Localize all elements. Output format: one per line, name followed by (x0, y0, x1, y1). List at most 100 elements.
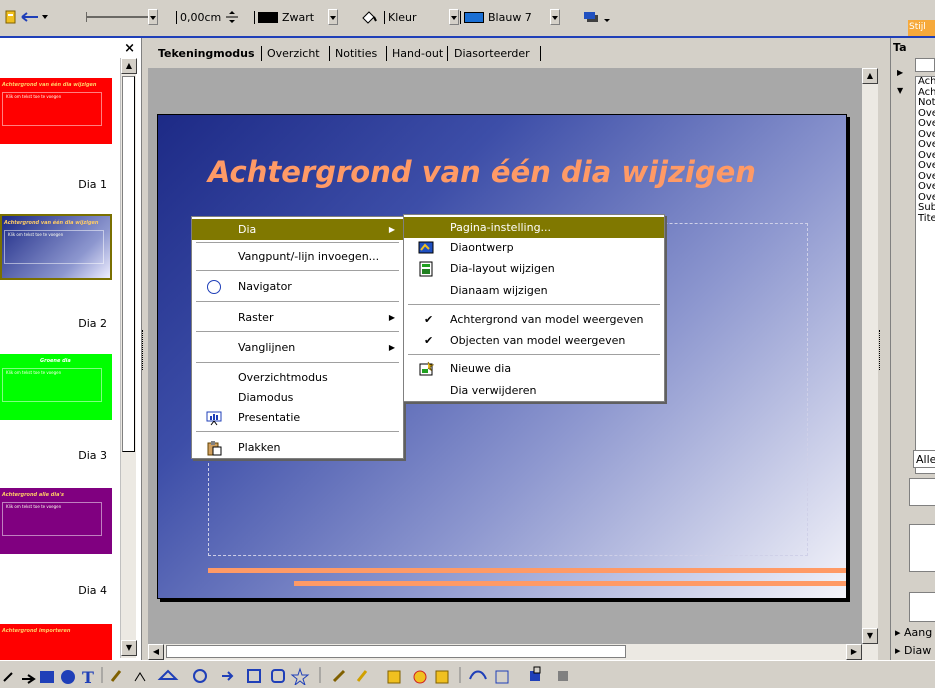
slide-thumbnail-2[interactable]: Achtergrond van één dia wijzigen Klik om… (0, 214, 112, 280)
menu-item-label: Dia (238, 223, 257, 236)
collapse-icon[interactable]: ▼ (897, 86, 903, 95)
slide-design-icon (418, 240, 434, 256)
slide-panel-scrollbar[interactable]: ▲ ▼ (120, 58, 137, 658)
line-style-select[interactable] (86, 8, 158, 26)
scroll-down-icon[interactable]: ▼ (862, 628, 878, 644)
tab-slide-sorter[interactable]: Diasorteerder (454, 47, 530, 60)
line-width-value: 0,00cm (176, 10, 221, 24)
chevron-down-icon[interactable] (148, 9, 158, 25)
layout-preview-3[interactable] (909, 592, 935, 622)
menu-item-rename-slide[interactable]: Dianaam wijzigen (404, 280, 664, 301)
list-item[interactable]: Ach (918, 77, 935, 88)
menu-separator (408, 354, 660, 355)
menu-item-label: Plakken (238, 441, 281, 454)
line-width-field[interactable]: 0,00cm (176, 8, 239, 26)
tab-outline[interactable]: Overzicht (267, 47, 320, 60)
menu-item-outline-mode[interactable]: Overzichtmodus (192, 367, 403, 388)
menu-item-label: Navigator (238, 280, 292, 293)
list-item[interactable]: Ove (918, 160, 935, 172)
presentation-icon (206, 410, 222, 426)
panel-splitter-right[interactable] (879, 330, 883, 370)
list-item[interactable]: Tite (918, 213, 935, 225)
menu-item-label: Achtergrond van model weergeven (450, 313, 644, 326)
spin-icon[interactable] (225, 10, 239, 24)
view-tabs: Tekeningmodus Overzicht Notities Hand-ou… (144, 38, 890, 68)
styles-list[interactable]: Ach Ach Not Ove Ove Ove Ove Ove Ove Ove … (915, 76, 935, 474)
menu-item-presentation[interactable]: Presentatie (192, 407, 403, 428)
styles-header[interactable]: Stijl (908, 20, 935, 36)
slide-thumbnail-4[interactable]: Achtergrond alle dia's Klik om tekst toe… (0, 488, 112, 554)
menu-item-slide-mode[interactable]: Diamodus (192, 387, 403, 408)
menu-item-delete-slide[interactable]: Dia verwijderen (404, 380, 664, 401)
tab-drawing-mode[interactable]: Tekeningmodus (158, 47, 255, 60)
workspace-vertical-scrollbar[interactable]: ▲ ▼ (862, 68, 878, 644)
shadow-icon[interactable] (582, 8, 614, 26)
line-color-select[interactable]: Zwart (254, 8, 339, 26)
menu-item-show-master-objects[interactable]: ✔ Objecten van model weergeven (404, 330, 664, 351)
section-label: Aang (904, 626, 933, 639)
area-style-select[interactable]: Kleur (384, 8, 459, 26)
area-color-select[interactable]: Blauw 7 (460, 8, 560, 26)
scroll-left-icon[interactable]: ◀ (148, 644, 164, 660)
menu-item-insert-snap-point[interactable]: Vangpunt/-lijn invoegen... (192, 246, 403, 267)
expand-icon[interactable]: ▶ (897, 68, 903, 77)
layout-preview-1[interactable] (909, 478, 935, 506)
workspace-horizontal-scrollbar[interactable]: ◀ ▶ (148, 644, 878, 660)
menu-item-label: Diamodus (238, 391, 294, 404)
slide-thumbnail-1[interactable]: Achtergrond van één dia wijzigen Klik om… (0, 78, 112, 144)
section-toggle-1[interactable]: ▸ Aang (895, 626, 932, 639)
chevron-down-icon[interactable] (448, 9, 459, 25)
menu-item-navigator[interactable]: Navigator (192, 276, 403, 297)
tab-notes[interactable]: Notities (335, 47, 377, 60)
list-item[interactable]: Ove (918, 118, 935, 130)
menu-item-slide-design[interactable]: Diaontwerp (404, 237, 664, 258)
list-item[interactable]: Ove (918, 139, 935, 151)
filter-select[interactable]: Alle (913, 450, 935, 468)
slide-submenu: Pagina-instelling... Diaontwerp Dia-layo… (403, 214, 665, 402)
line-ends-button[interactable] (20, 8, 50, 26)
scroll-up-icon[interactable]: ▲ (862, 68, 878, 84)
slide-label-4: Dia 4 (78, 584, 107, 597)
layout-preview-2[interactable] (909, 524, 935, 572)
scroll-up-icon[interactable]: ▲ (121, 58, 137, 74)
scroll-down-icon[interactable]: ▼ (121, 640, 137, 656)
thumb-subtitle: Klik om tekst toe te voegen (6, 370, 62, 375)
chevron-down-icon[interactable] (328, 9, 339, 25)
list-item[interactable]: Not (918, 97, 935, 109)
scroll-thumb[interactable] (166, 645, 626, 658)
slide-title[interactable]: Achtergrond van één dia wijzigen (208, 155, 756, 189)
new-style-icon[interactable] (915, 58, 935, 72)
area-fill-icon[interactable] (360, 8, 378, 26)
thumb-subtitle: Klik om tekst toe te voegen (6, 504, 62, 509)
menu-item-show-master-background[interactable]: ✔ Achtergrond van model weergeven (404, 309, 664, 330)
menu-item-label: Dia-layout wijzigen (450, 262, 555, 275)
menu-item-snap-lines[interactable]: Vanglijnen ▶ (192, 337, 403, 358)
close-icon[interactable]: × (124, 41, 135, 56)
scroll-thumb[interactable] (122, 76, 135, 452)
menu-item-label: Overzichtmodus (238, 371, 328, 384)
panel-splitter-left[interactable] (142, 330, 146, 370)
styles-icon[interactable] (4, 8, 18, 26)
thumb-title: Groene dia (40, 358, 71, 364)
menu-item-new-slide[interactable]: Nieuwe dia (404, 358, 664, 379)
slide-thumbnail-3[interactable]: Groene dia Klik om tekst toe te voegen (0, 354, 112, 420)
menu-item-grid[interactable]: Raster ▶ (192, 307, 403, 328)
line-color-label: Zwart (282, 10, 315, 24)
menu-item-slide[interactable]: Dia ▶ (192, 219, 403, 240)
slide-thumbnail-5[interactable]: Achtergrond importeren (0, 624, 112, 660)
navigator-icon (206, 279, 222, 295)
menu-item-paste[interactable]: Plakken (192, 437, 403, 458)
chevron-down-icon[interactable] (549, 9, 560, 25)
list-item[interactable]: Sub (918, 202, 935, 214)
slide-panel: × Achtergrond van één dia wijzigen Klik … (0, 38, 142, 660)
drawing-tools-icons[interactable]: T (0, 661, 935, 687)
thumb-title: Achtergrond van één dia wijzigen (4, 220, 99, 226)
tab-handout[interactable]: Hand-out (392, 47, 443, 60)
menu-item-change-layout[interactable]: Dia-layout wijzigen (404, 258, 664, 279)
new-slide-icon (418, 361, 434, 377)
menu-item-page-setup[interactable]: Pagina-instelling... (404, 217, 664, 238)
thumb-title: Achtergrond importeren (2, 628, 71, 634)
scroll-right-icon[interactable]: ▶ (846, 644, 862, 660)
section-toggle-2[interactable]: ▸ Diaw (895, 644, 931, 657)
list-item[interactable]: Ove (918, 181, 935, 193)
